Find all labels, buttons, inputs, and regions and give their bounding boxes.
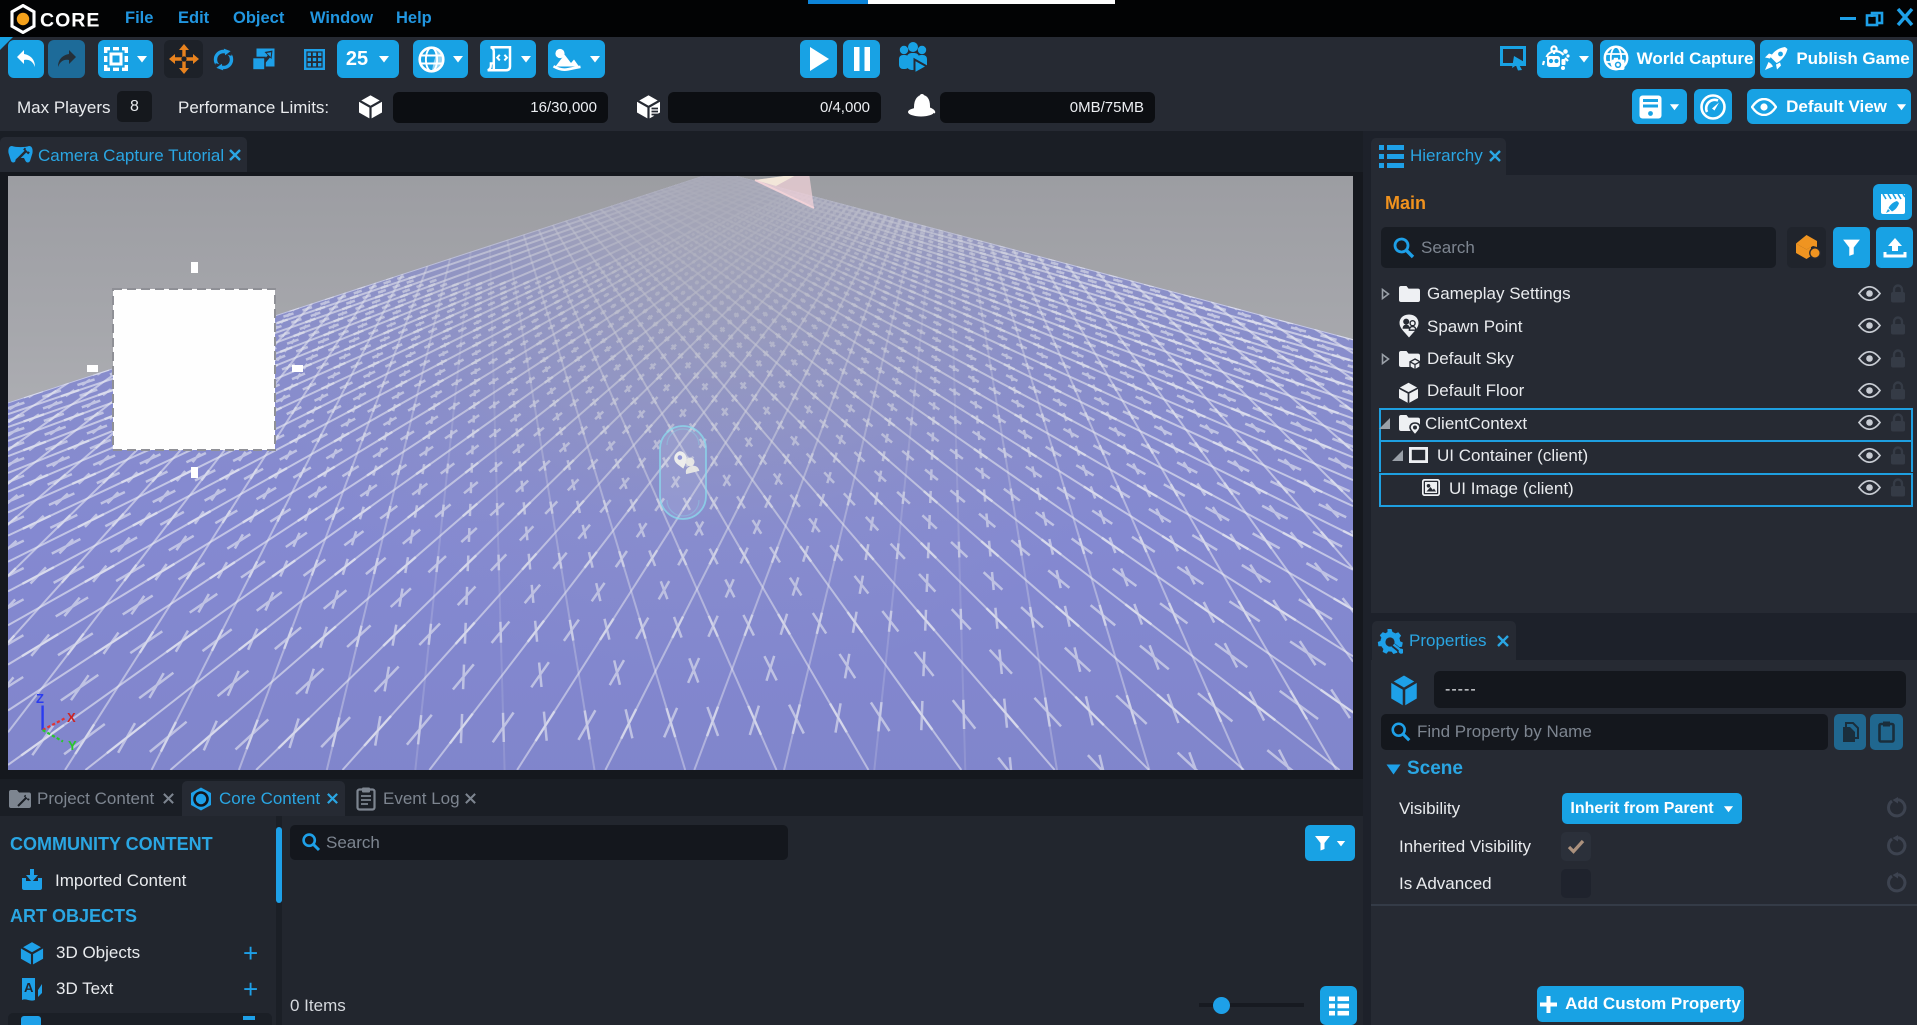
svg-text:X: X: [67, 710, 76, 725]
svg-text:A: A: [24, 980, 34, 995]
svg-text:Z: Z: [36, 691, 44, 706]
svg-text:CORE: CORE: [40, 10, 100, 32]
svg-text:Y: Y: [68, 738, 77, 753]
